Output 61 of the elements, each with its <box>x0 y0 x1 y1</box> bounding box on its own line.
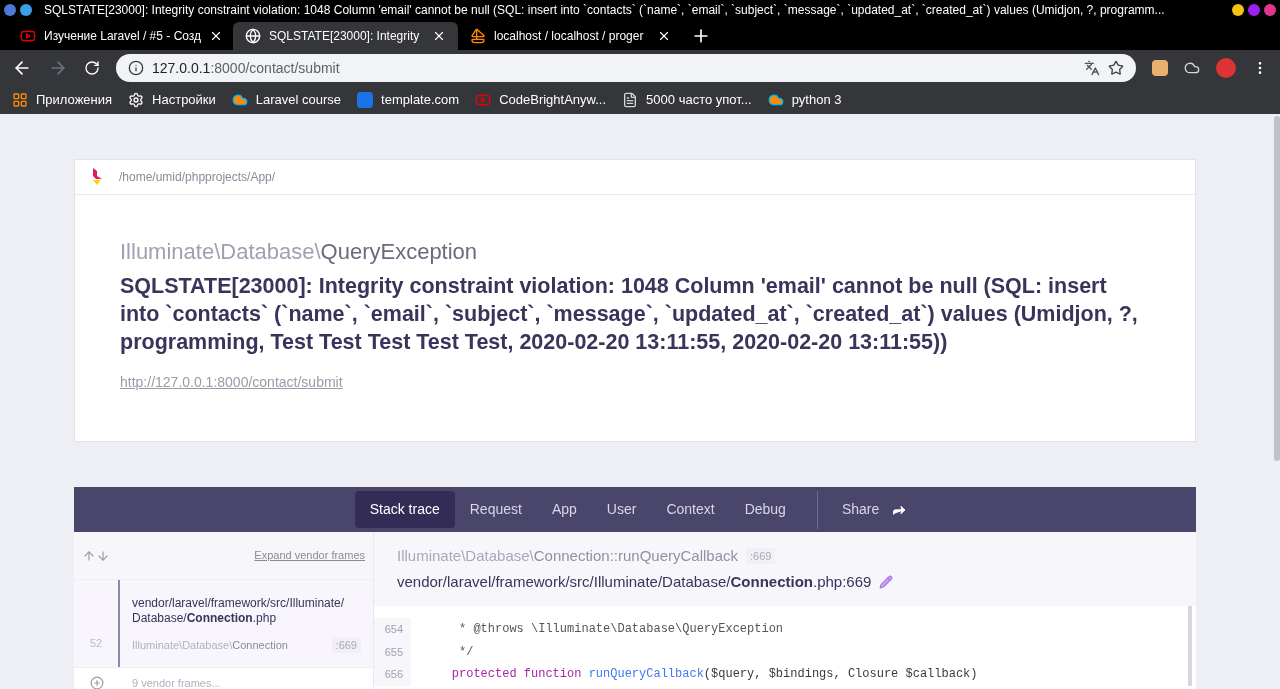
bookmark-link[interactable]: Настройки <box>152 90 216 110</box>
address-field[interactable]: 127.0.0.1:8000/contact/submit <box>116 54 1136 82</box>
code-line: protected function runQueryCallback($query, $bindings, Closure $callback) <box>450 666 979 683</box>
video-icon <box>20 28 36 44</box>
frame-class: Illuminate\Database\Connection <box>132 637 288 653</box>
close-button[interactable] <box>1264 4 1276 16</box>
stack-frame[interactable]: 52 vendor/laravel/framework/src/Illuminate/Database/Connection.php Illuminate\Database\Connection :669 <box>74 580 373 668</box>
file-path: vendor/laravel/framework/src/Illuminate/Database/Connection.php:669 <box>397 572 872 592</box>
bookmark-link[interactable]: Приложения <box>36 90 113 110</box>
nav-tab[interactable]: Request <box>454 491 537 528</box>
project-path: /home/umid/phpprojects/App/ <box>119 169 276 186</box>
cloud-icon <box>767 92 784 108</box>
line-number: 654 <box>384 622 403 637</box>
settings-icon <box>128 92 145 108</box>
line-number: 655 <box>384 644 403 660</box>
minimize-button[interactable] <box>1232 4 1244 16</box>
code-line: * @throws \Illuminate\Database\QueryException <box>458 621 785 638</box>
window-title: SQLSTATE[23000]: Integrity constraint violation: 1048 Column 'email' cannot be null (SQL: insert into `contacts` (`name`, `email`, `subject`, `message`, `updated_at`, `created_at`) values (Umidjon, ?, programm... <box>44 2 1166 19</box>
frame-number: 52 <box>89 635 103 651</box>
exception-message: SQLSTATE[23000]: Integrity constraint violation: 1048 Column 'email' cannot be null (SQL: insert into `contacts` (`name`, `email`, `subject`, `message`, `updated_at`, `created_at`) values (Umidjon, ?, programming, Test Test Test Test Test, 2020-02-20 13:11:55, 2020-02-20 13:11:55)) <box>120 273 1139 356</box>
logo-icon <box>91 168 103 186</box>
line-number-badge: :669 <box>746 547 776 564</box>
video-icon <box>475 92 492 108</box>
document-icon <box>622 92 639 108</box>
nav-tab[interactable]: User <box>591 491 652 528</box>
bookmark-link[interactable]: Laravel course <box>255 90 342 110</box>
expand-icon[interactable] <box>90 676 104 689</box>
bookmark-link[interactable]: template.com <box>381 90 460 110</box>
cloud-icon <box>231 92 248 108</box>
frame-file-path: vendor/laravel/framework/src/Illuminate/Database/Connection.php <box>132 596 346 626</box>
code-line: */ <box>458 643 475 661</box>
extension-icon[interactable] <box>1152 60 1168 76</box>
scrollbar-thumb[interactable] <box>1274 116 1280 461</box>
browser-tab[interactable]: SQLSTATE[23000]: Integrity <box>233 22 458 50</box>
bookmark-link[interactable]: python 3 <box>791 90 842 110</box>
reload-icon[interactable] <box>84 60 100 76</box>
app-icon <box>4 4 16 16</box>
info-icon[interactable] <box>128 60 144 76</box>
close-tab-icon[interactable] <box>657 29 671 43</box>
nav-tab[interactable]: App <box>536 491 592 528</box>
apps-icon <box>12 92 28 108</box>
bookmark-link[interactable]: 5000 часто упот... <box>646 90 752 110</box>
maximize-button[interactable] <box>1248 4 1260 16</box>
edit-icon[interactable] <box>879 575 894 590</box>
nav-tab[interactable]: Context <box>651 491 730 528</box>
profile-avatar[interactable] <box>1216 58 1236 78</box>
bookmark-star-icon[interactable] <box>1108 60 1124 76</box>
share-button[interactable]: Share <box>833 491 916 528</box>
exception-class: Illuminate\Database\QueryException <box>120 238 479 266</box>
nav-tab[interactable]: Debug <box>729 491 801 528</box>
line-number: 656 <box>384 667 403 682</box>
line-number-badge: :669 <box>331 636 361 653</box>
translate-icon[interactable] <box>1084 60 1100 76</box>
bookmark-link[interactable]: CodeBrightAnyw... <box>499 90 607 110</box>
method-name: Illuminate\Database\Connection::runQueryCallback <box>397 545 739 566</box>
sailboat-icon <box>470 28 486 44</box>
app-icon <box>20 4 32 16</box>
close-tab-icon[interactable] <box>432 29 446 43</box>
nav-tab[interactable]: Stack trace <box>354 491 455 528</box>
extension-icon[interactable] <box>1184 60 1200 76</box>
globe-icon <box>245 28 261 44</box>
